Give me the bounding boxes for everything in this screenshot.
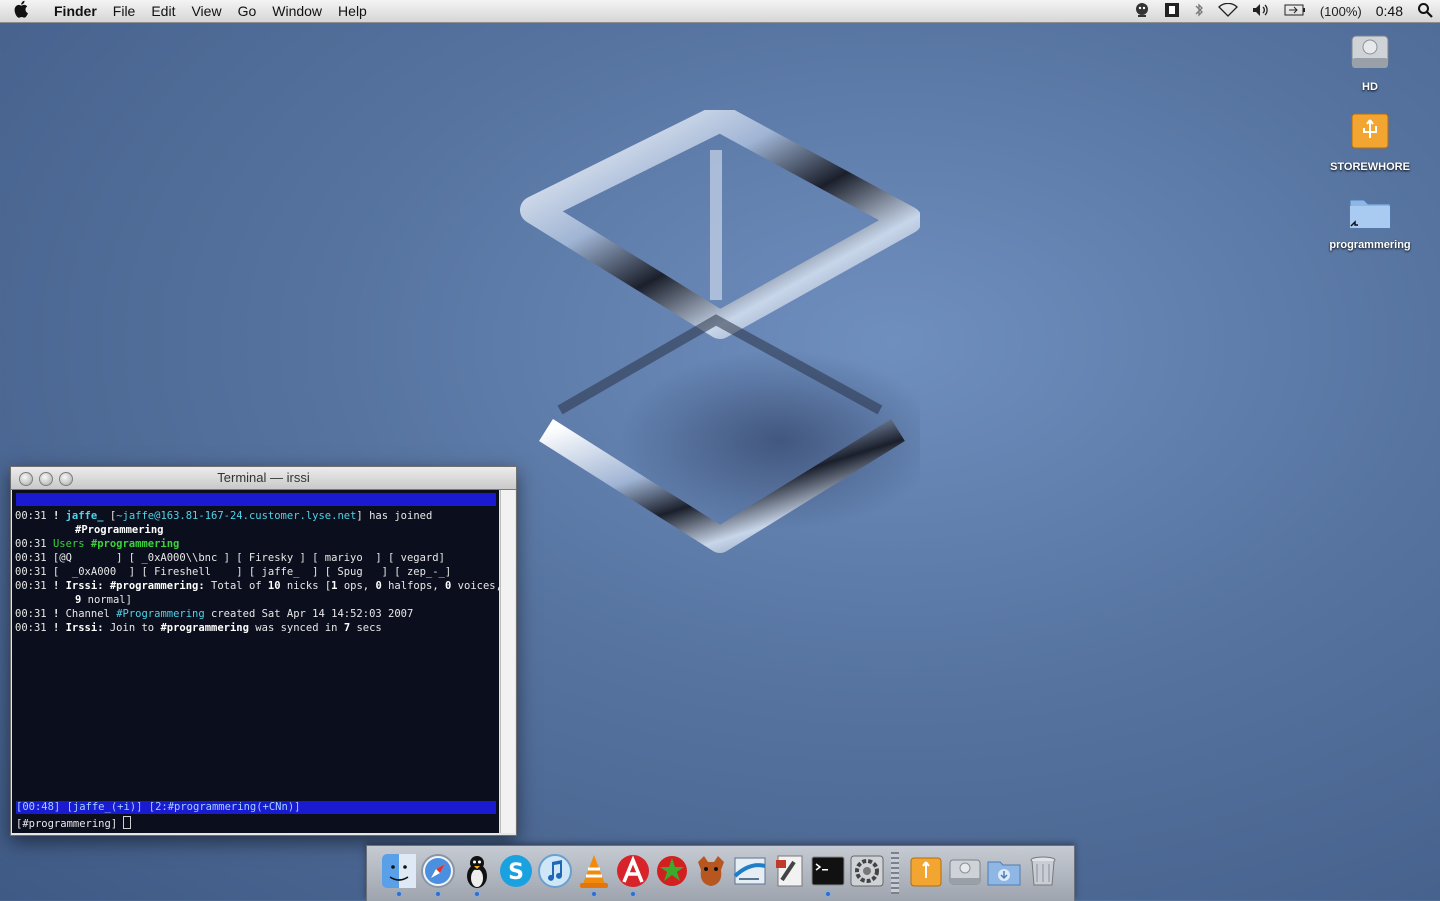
system-preferences-icon xyxy=(850,855,884,887)
dock-transmission[interactable] xyxy=(653,852,691,890)
terminal-icon xyxy=(811,856,845,886)
dock-growl[interactable] xyxy=(692,852,730,890)
menu-edit[interactable]: Edit xyxy=(143,3,183,19)
irssi-input-line[interactable]: [#programmering] xyxy=(16,816,132,830)
terminal-line: 00:31 ! Irssi: Join to #programmering wa… xyxy=(15,622,382,634)
minimize-button[interactable] xyxy=(39,472,53,486)
dock-system-preferences[interactable] xyxy=(848,852,886,890)
running-indicator xyxy=(631,892,635,896)
close-button[interactable] xyxy=(19,472,33,486)
irssi-topic-bar xyxy=(16,493,496,506)
dock-vlc[interactable] xyxy=(575,852,613,896)
dock-script-editor[interactable] xyxy=(770,852,808,890)
usb-drive-icon xyxy=(1320,110,1420,157)
skype-status-icon[interactable] xyxy=(1127,2,1157,21)
terminal-window: Terminal — irssi 00:31 ! jaffe_ [~jaffe@… xyxy=(10,466,517,836)
dock-downloads[interactable] xyxy=(985,852,1023,890)
running-indicator xyxy=(436,892,440,896)
running-indicator xyxy=(475,892,479,896)
hard-drive-icon xyxy=(949,859,981,885)
window-manager-icon[interactable] xyxy=(1157,2,1187,21)
irssi-status-bar: [00:48] [jaffe_(+i)] [2:#programmering(+… xyxy=(16,801,496,814)
terminal-line: 00:31 ! jaffe_ [~jaffe@163.81-167-24.cus… xyxy=(15,510,433,522)
wallpaper-cube xyxy=(520,104,940,570)
terminal-line: 00:31 Users #programmering xyxy=(15,538,180,550)
textmate-icon xyxy=(617,855,649,887)
itunes-icon xyxy=(538,854,572,888)
safari-icon xyxy=(421,854,455,888)
svg-text:S: S xyxy=(508,860,524,885)
terminal-line: #Programmering xyxy=(75,524,164,536)
desktop-icon-label: STOREWHORE xyxy=(1330,161,1410,173)
battery-icon[interactable] xyxy=(1277,4,1313,19)
running-indicator xyxy=(592,892,596,896)
running-indicator xyxy=(397,892,401,896)
menu-extras: (100%) 0:48 xyxy=(1127,0,1440,22)
zoom-button[interactable] xyxy=(59,472,73,486)
menu-go[interactable]: Go xyxy=(230,3,265,19)
bluetooth-icon[interactable] xyxy=(1187,2,1211,21)
dock-separator xyxy=(891,852,899,894)
irssi-prompt: [#programmering] xyxy=(16,818,118,830)
terminal-line: 9 normal] xyxy=(75,594,132,606)
menu-clock[interactable]: 0:48 xyxy=(1369,3,1410,19)
hard-drive-icon xyxy=(1320,30,1420,77)
terminal-line: 00:31 ! Irssi: #programmering: Total of … xyxy=(15,580,502,592)
terminal-output[interactable]: 00:31 ! jaffe_ [~jaffe@163.81-167-24.cus… xyxy=(12,490,502,833)
vlc-icon xyxy=(580,855,608,888)
dock-hd[interactable] xyxy=(946,852,984,890)
skype-icon: S xyxy=(500,855,532,887)
dock-safari[interactable] xyxy=(419,852,457,896)
dock: S xyxy=(366,845,1075,901)
desktop-icon-storewhore[interactable]: STOREWHORE xyxy=(1320,110,1420,173)
apple-menu-icon[interactable] xyxy=(0,0,44,23)
dock-textmate[interactable] xyxy=(614,852,652,896)
menu-help[interactable]: Help xyxy=(330,3,375,19)
adium-icon xyxy=(467,856,487,888)
dock-terminal[interactable] xyxy=(809,852,847,896)
desktop-icon-label: HD xyxy=(1362,81,1378,93)
terminal-titlebar[interactable]: Terminal — irssi xyxy=(11,467,516,490)
folder-alias-icon xyxy=(1320,192,1420,235)
terminal-line: 00:31 [@Q ] [ _0xA000\\bnc ] [ Firesky ]… xyxy=(15,552,445,564)
terminal-line: 00:31 ! Channel #Programmering created S… xyxy=(15,608,414,620)
menu-bar: Finder File Edit View Go Window Help (10… xyxy=(0,0,1440,23)
dock-adium[interactable] xyxy=(458,852,496,896)
desktop-icon-hd[interactable]: HD xyxy=(1320,30,1420,93)
growl-icon xyxy=(698,856,724,886)
terminal-line: 00:31 [ _0xA000 ] [ Fireshell ] [ jaffe_… xyxy=(15,566,452,578)
menu-view[interactable]: View xyxy=(183,3,229,19)
trash-icon xyxy=(1030,856,1056,886)
dock-skype[interactable]: S xyxy=(497,852,535,890)
downloads-folder-icon xyxy=(987,861,1021,886)
menu-app-finder[interactable]: Finder xyxy=(44,3,105,19)
window-title: Terminal — irssi xyxy=(217,470,310,485)
volume-icon[interactable] xyxy=(1245,3,1277,20)
dock-finder[interactable] xyxy=(380,852,418,896)
finder-icon xyxy=(382,854,416,888)
transmission-icon xyxy=(657,856,687,886)
menu-window[interactable]: Window xyxy=(264,3,330,19)
dock-office[interactable] xyxy=(731,852,769,890)
menu-file[interactable]: File xyxy=(105,3,144,19)
usb-drive-icon xyxy=(910,857,942,887)
spotlight-icon[interactable] xyxy=(1410,2,1440,21)
dock-storewhore[interactable] xyxy=(907,852,945,890)
battery-percent: (100%) xyxy=(1319,3,1362,19)
dock-itunes[interactable] xyxy=(536,852,574,890)
text-cursor xyxy=(123,816,132,829)
wifi-icon[interactable] xyxy=(1211,2,1245,20)
desktop-icon-label: programmering xyxy=(1329,239,1411,251)
dock-trash[interactable] xyxy=(1024,852,1062,890)
office-icon xyxy=(733,857,766,885)
terminal-scrollbar[interactable] xyxy=(500,490,515,833)
script-editor-icon xyxy=(776,855,803,887)
desktop-icon-programmering[interactable]: programmering xyxy=(1320,192,1420,251)
running-indicator xyxy=(826,892,830,896)
